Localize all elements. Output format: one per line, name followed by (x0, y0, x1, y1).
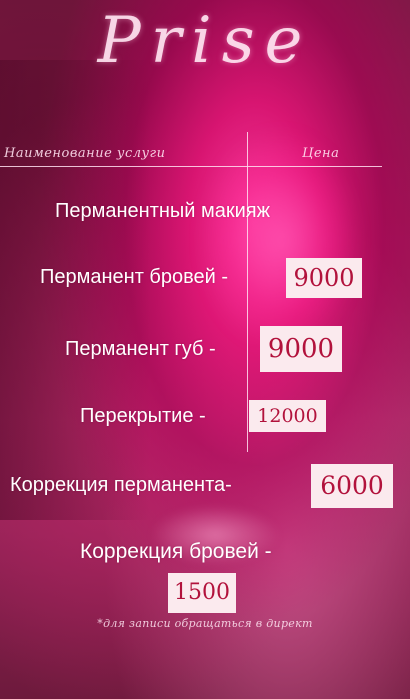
service-name: Коррекция бровей - (80, 540, 272, 563)
background-neon-glow (200, 130, 360, 350)
header-divider (0, 166, 382, 167)
service-price: 1500 (168, 573, 236, 613)
footnote: *для записи обращаться в директ (97, 617, 313, 630)
column-divider (247, 132, 248, 452)
background-shadow (0, 60, 150, 520)
service-price: 6000 (311, 464, 393, 508)
service-price: 9000 (286, 258, 362, 298)
service-column-header: Наименование услуги (4, 146, 166, 161)
service-name: Перекрытие - (80, 405, 206, 427)
service-price: 9000 (260, 326, 342, 372)
service-name: Перманент губ - (65, 338, 216, 360)
page-title: Prise (97, 4, 313, 78)
section-title: Перманентный макияж (55, 200, 271, 222)
service-name: Коррекция перманента- (10, 474, 232, 496)
service-name: Перманент бровей - (40, 266, 229, 288)
price-column-header: Цена (302, 146, 340, 161)
service-price: 12000 (249, 400, 326, 432)
